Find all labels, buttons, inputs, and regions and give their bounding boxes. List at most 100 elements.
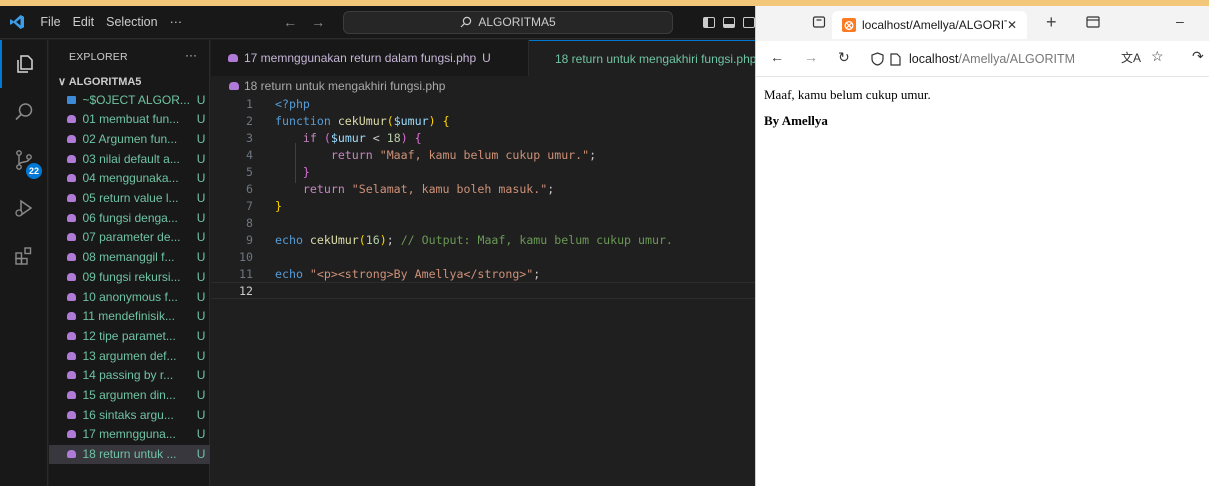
layout-controls (703, 16, 755, 28)
file-item[interactable]: 12 tipe paramet... U (49, 326, 210, 345)
file-name: 06 fungsi denga... (82, 210, 178, 225)
file-item[interactable]: 06 fungsi denga... U (49, 208, 210, 227)
file-name: 08 memanggil f... (82, 250, 175, 265)
code-token: < (365, 130, 387, 145)
code-token: echo (275, 232, 303, 247)
code-editor[interactable]: 1 <?php 2 function cekUmur($umur) { 3 if… (211, 95, 755, 486)
file-status: U (196, 309, 206, 324)
line-number: 8 (246, 215, 253, 230)
file-name: 16 sintaks argu... (82, 407, 174, 422)
toggle-panel-icon[interactable] (723, 16, 735, 28)
explorer-sidebar: EXPLORER ··· ∨ ALGORITMA5 ~$OJECT ALGOR.… (49, 40, 210, 486)
code-token: "Selamat, kamu boleh masuk." (351, 181, 548, 196)
minimize-icon[interactable]: – (1176, 13, 1184, 29)
search-icon[interactable] (0, 88, 48, 136)
back-icon[interactable]: ← (770, 49, 784, 65)
file-item[interactable]: 03 nilai default a... U (49, 149, 210, 168)
php-file-icon (67, 410, 77, 419)
translate-icon[interactable]: 文A (1121, 49, 1141, 66)
file-item[interactable]: 14 passing by r... U (49, 366, 210, 385)
file-name: 11 mendefinisik... (82, 309, 175, 324)
php-file-icon (228, 54, 238, 62)
code-line-8: 8 (211, 214, 755, 231)
tab-18-active[interactable]: 18 return untuk mengakhiri fungsi.php (529, 40, 755, 76)
php-file-icon (67, 174, 77, 183)
tab-close-icon[interactable]: ✕ (1007, 18, 1017, 32)
file-item[interactable]: 10 anonymous f... U (49, 287, 210, 306)
file-status: U (196, 250, 206, 265)
browser-tab-active[interactable]: ⨂ localhost/Amellya/ALGORITMA ✕ (832, 11, 1027, 39)
folder-header[interactable]: ∨ ALGORITMA5 (58, 75, 141, 88)
menu-selection[interactable]: Selection (100, 15, 163, 29)
php-file-icon (67, 253, 77, 262)
code-token: 16 (365, 232, 380, 247)
toggle-sidebar-icon[interactable] (703, 16, 715, 28)
reload-icon[interactable]: ↻ (838, 49, 850, 66)
explorer-more-button[interactable]: ··· (185, 48, 197, 62)
toggle-secondary-sidebar-icon[interactable] (743, 16, 755, 28)
code-token: <?php (275, 96, 310, 111)
line-number: 2 (246, 113, 253, 128)
source-control-icon[interactable]: 22 (0, 136, 48, 184)
file-status: U (196, 328, 206, 343)
menu-file[interactable]: File (34, 15, 66, 29)
file-item[interactable]: 08 memanggil f... U (49, 248, 210, 267)
file-status: U (196, 210, 206, 225)
new-tab-button[interactable]: + (1046, 12, 1057, 33)
file-item[interactable]: 17 memngguna... U (49, 425, 210, 444)
file-item[interactable]: 18 return untuk ... U (49, 444, 210, 464)
tab-17[interactable]: 17 memnggunakan return dalam fungsi.php … (211, 40, 529, 76)
file-item[interactable]: 13 argumen def... U (49, 346, 210, 365)
line-number: 6 (246, 181, 253, 196)
file-item[interactable]: 05 return value l... U (49, 189, 210, 208)
file-item[interactable]: 07 parameter de... U (49, 228, 210, 247)
line-number: 10 (239, 249, 253, 264)
php-file-icon (67, 213, 77, 222)
forward-arrow-icon[interactable]: → (311, 14, 325, 30)
php-file-icon (67, 391, 77, 399)
file-status: U (196, 348, 206, 363)
command-center[interactable]: ALGORITMA5 (343, 10, 673, 34)
line-number: 7 (246, 198, 253, 213)
tab-actions-icon[interactable] (812, 15, 826, 32)
bookmark-star-icon[interactable]: ☆ (1151, 48, 1164, 65)
file-status: U (196, 447, 206, 462)
breadcrumb[interactable]: 18 return untuk mengakhiri fungsi.php (211, 76, 755, 95)
share-icon[interactable]: ↷ (1192, 48, 1204, 65)
file-name: 07 parameter de... (82, 230, 181, 245)
file-status: U (196, 407, 206, 422)
file-status: U (196, 131, 206, 146)
explorer-icon[interactable] (0, 40, 48, 88)
browser-tab-bar: ⨂ localhost/Amellya/ALGORITMA ✕ + – (756, 6, 1209, 41)
shield-icon (871, 52, 884, 66)
menu-edit[interactable]: Edit (67, 15, 101, 29)
screen: File Edit Selection ··· ← → ALGORITMA5 2… (0, 0, 1209, 486)
line-number: 11 (239, 266, 253, 281)
file-name: 14 passing by r... (82, 368, 174, 383)
activity-bar: 22 (0, 40, 48, 486)
file-item[interactable]: 01 membuat fun... U (49, 110, 210, 129)
file-item[interactable]: 16 sintaks argu... U (49, 405, 210, 424)
file-item[interactable]: 04 menggunaka... U (49, 169, 210, 188)
run-debug-icon[interactable] (0, 184, 48, 232)
file-item[interactable]: 11 mendefinisik... U (49, 307, 210, 326)
php-file-icon (67, 272, 77, 281)
tab-overview-icon[interactable] (1086, 15, 1100, 31)
file-status: U (196, 171, 206, 186)
code-line-1: 1 <?php (211, 95, 755, 112)
forward-icon[interactable]: → (804, 49, 818, 65)
file-name: ~$OJECT ALGOR... (82, 92, 190, 107)
back-arrow-icon[interactable]: ← (283, 14, 297, 30)
line-number: 9 (246, 232, 253, 247)
extensions-icon[interactable] (0, 232, 48, 280)
url-path: /Amellya/ALGORITM (958, 52, 1076, 66)
code-line-2: 2 function cekUmur($umur) { (211, 112, 755, 129)
file-item[interactable]: 02 Argumen fun... U (49, 129, 210, 148)
php-file-icon (67, 331, 77, 340)
menu-more[interactable]: ··· (164, 15, 189, 29)
code-line-6: 6 return "Selamat, kamu boleh masuk."; (211, 180, 755, 197)
file-item[interactable]: 15 argumen din... U (49, 386, 210, 405)
php-file-icon (67, 312, 77, 321)
file-item[interactable]: 09 fungsi rekursi... U (49, 267, 210, 286)
file-item[interactable]: ~$OJECT ALGOR... U (49, 90, 210, 109)
